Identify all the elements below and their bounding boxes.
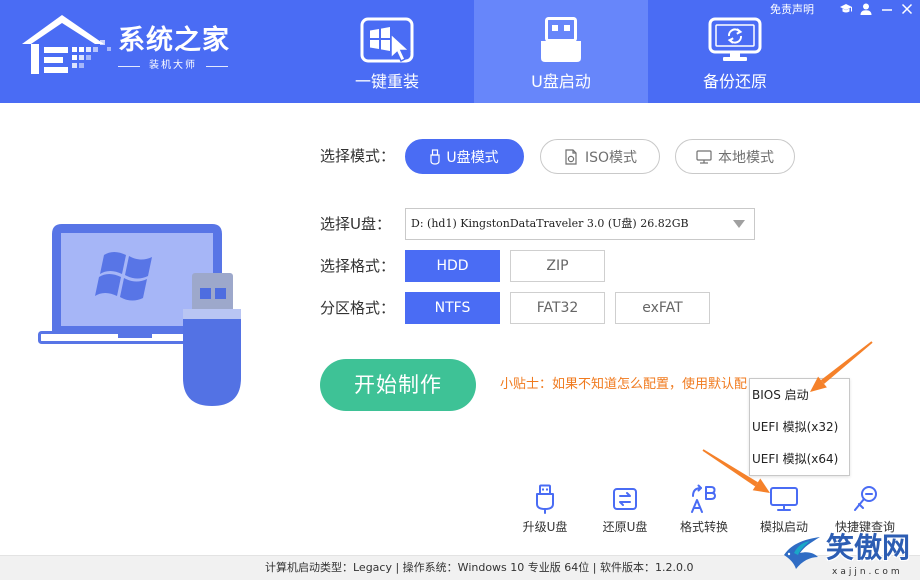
mode-label: 选择模式： bbox=[320, 147, 396, 165]
boot-mode-menu: BIOS 启动 UEFI 模拟(x32) UEFI 模拟(x64) bbox=[749, 378, 850, 476]
usb-drive-icon bbox=[541, 17, 581, 62]
close-icon[interactable] bbox=[900, 3, 914, 15]
chevron-down-icon bbox=[733, 220, 745, 228]
usb-upgrade-icon bbox=[536, 484, 554, 514]
partition-ntfs-button[interactable]: NTFS bbox=[405, 292, 500, 324]
format-zip-button[interactable]: ZIP bbox=[510, 250, 605, 282]
hotkey-search-icon bbox=[854, 486, 877, 511]
laptop-usb-illustration bbox=[38, 224, 241, 406]
tool-label: 格式转换 bbox=[679, 520, 728, 534]
mode-iso-label: ISO模式 bbox=[584, 149, 638, 166]
tool-format-convert[interactable]: 格式转换 bbox=[668, 482, 740, 538]
tab-label: U盘启动 bbox=[531, 72, 591, 91]
windows-install-icon bbox=[360, 17, 414, 63]
usb-icon bbox=[430, 148, 440, 165]
tool-restore-usb[interactable]: 还原U盘 bbox=[589, 482, 661, 538]
usb-select-label: 选择U盘： bbox=[320, 215, 391, 233]
subtitle-rule-right bbox=[206, 65, 228, 67]
watermark-domain: xajjn.com bbox=[832, 567, 903, 577]
mode-local-label: 本地模式 bbox=[718, 149, 774, 166]
monitor-icon bbox=[696, 149, 712, 164]
graduation-cap-icon[interactable] bbox=[839, 3, 853, 15]
tip-text: 小贴士：如果不知道怎么配置，使用默认配 bbox=[500, 377, 748, 392]
tab-one-click-install[interactable]: 一键重装 bbox=[300, 0, 474, 103]
tab-label: 备份还原 bbox=[702, 72, 767, 91]
user-icon[interactable] bbox=[859, 3, 873, 15]
watermark: 笑傲网 xajjn.com bbox=[780, 530, 918, 580]
brand-name: 系统之家 bbox=[118, 25, 230, 56]
menu-item-uefi-x64[interactable]: UEFI 模拟(x64) bbox=[750, 443, 849, 475]
brand-subtitle: 装机大师 bbox=[118, 59, 228, 73]
menu-item-bios-boot[interactable]: BIOS 启动 bbox=[750, 379, 849, 411]
mode-local-button[interactable]: 本地模式 bbox=[675, 139, 795, 174]
menu-item-uefi-x32[interactable]: UEFI 模拟(x32) bbox=[750, 411, 849, 443]
subtitle-rule-left bbox=[118, 65, 140, 67]
iso-file-icon bbox=[565, 148, 577, 165]
format-convert-icon bbox=[691, 484, 716, 513]
partition-fat32-button[interactable]: FAT32 bbox=[510, 292, 605, 324]
format-hdd-button[interactable]: HDD bbox=[405, 250, 500, 282]
status-text: 计算机启动类型：Legacy | 操作系统：Windows 10 专业版 64位… bbox=[265, 561, 694, 574]
tool-upgrade-usb[interactable]: 升级U盘 bbox=[509, 482, 581, 538]
watermark-name: 笑傲网 bbox=[826, 531, 911, 564]
bird-logo-icon bbox=[784, 537, 820, 569]
usb-device-value: D: (hd1) KingstonDataTraveler 3.0 (U盘) 2… bbox=[411, 217, 689, 230]
brand-subtitle-text: 装机大师 bbox=[149, 60, 197, 71]
tab-label: 一键重装 bbox=[354, 72, 419, 91]
tool-label: 升级U盘 bbox=[522, 520, 568, 534]
backup-restore-icon bbox=[708, 17, 762, 61]
app-window: 系统之家 装机大师 一键重装 U盘启动 备份还原 免责声明 选择模式： U盘模式… bbox=[0, 0, 920, 580]
mode-usb-button[interactable]: U盘模式 bbox=[405, 139, 524, 174]
format-label: 选择格式： bbox=[320, 257, 396, 275]
house-logo-icon bbox=[22, 15, 111, 74]
header-bar: 系统之家 装机大师 一键重装 U盘启动 备份还原 免责声明 bbox=[0, 0, 920, 103]
usb-restore-icon bbox=[613, 488, 637, 510]
tool-label: 还原U盘 bbox=[602, 520, 648, 534]
disclaimer-link[interactable]: 免责声明 bbox=[770, 3, 814, 17]
mode-usb-label: U盘模式 bbox=[446, 149, 499, 166]
mode-iso-button[interactable]: ISO模式 bbox=[540, 139, 660, 174]
tab-usb-boot[interactable]: U盘启动 bbox=[474, 0, 648, 103]
partition-exfat-button[interactable]: exFAT bbox=[615, 292, 710, 324]
start-make-button[interactable]: 开始制作 bbox=[320, 359, 476, 411]
simulate-boot-icon bbox=[770, 487, 798, 511]
usb-device-select[interactable]: D: (hd1) KingstonDataTraveler 3.0 (U盘) 2… bbox=[405, 208, 755, 240]
partition-label: 分区格式： bbox=[320, 299, 396, 317]
minimize-icon[interactable] bbox=[880, 3, 894, 15]
